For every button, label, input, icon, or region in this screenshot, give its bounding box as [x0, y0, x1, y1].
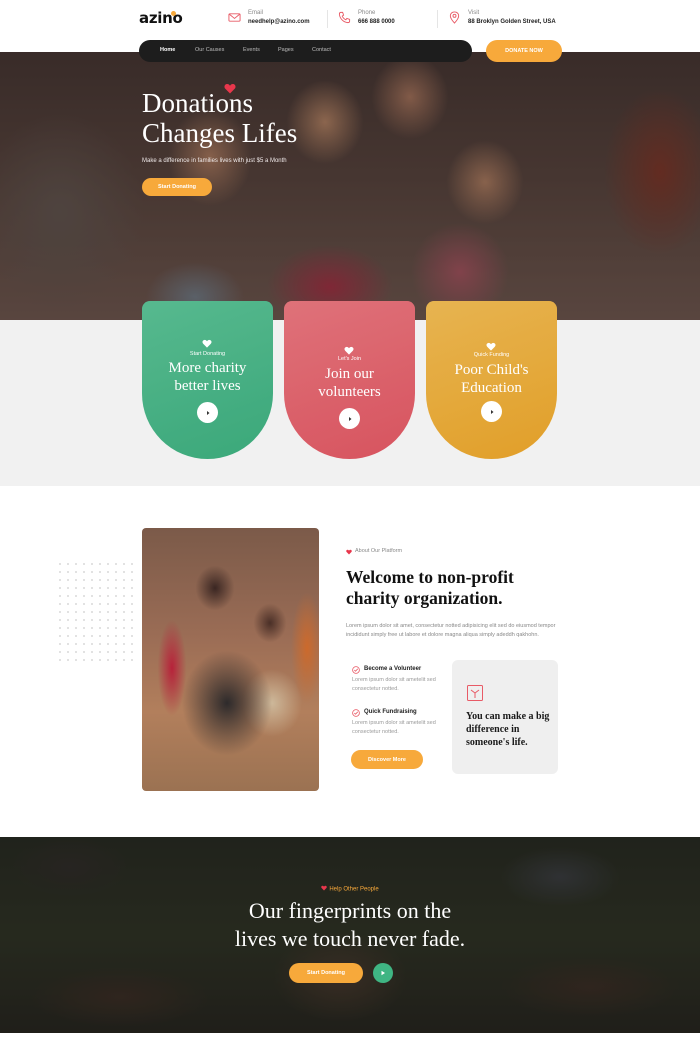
top-bar: azino Email needhelp@azino.com Phone 666…	[0, 0, 700, 38]
card-kicker: Start Donating	[189, 351, 226, 357]
card-title-line: Poor Child's	[454, 362, 529, 378]
check-circle-icon	[352, 666, 360, 674]
about-description: Lorem ipsum dolor sit amet, consectetur …	[346, 623, 556, 638]
contact-address[interactable]: Visit 88 Broklyn Golden Street, USA	[448, 10, 578, 30]
card-kicker: Let's Join	[337, 356, 362, 362]
play-icon	[381, 970, 385, 976]
card-title-line: More charity	[168, 360, 247, 376]
nav-item-pages[interactable]: Pages	[278, 47, 294, 53]
contact-value: needhelp@azino.com	[248, 19, 310, 25]
nav-item-events[interactable]: Events	[243, 47, 260, 53]
chevron-right-icon	[490, 409, 493, 414]
card-title-line: better lives	[174, 378, 241, 394]
hero-title-line: Changes Lifes	[142, 118, 298, 148]
feature-description: Lorem ipsum dolor sit ametelit sed conse…	[352, 720, 436, 735]
hero-start-donating-button[interactable]: Start Donating	[142, 178, 212, 196]
cta-title-line: lives we touch never fade.	[234, 926, 466, 951]
mail-icon	[228, 13, 241, 22]
heart-icon	[486, 342, 496, 351]
discover-more-button[interactable]: Discover More	[351, 750, 423, 769]
cta-start-donating-button[interactable]: Start Donating	[289, 963, 363, 983]
cta-title-line: Our fingerprints on the	[248, 898, 452, 923]
contact-label: Email	[248, 10, 264, 16]
feature-title: Become a Volunteer	[364, 666, 422, 672]
nav-item-contact[interactable]: Contact	[312, 47, 331, 53]
heart-icon	[346, 549, 352, 555]
contact-label: Phone	[358, 10, 376, 16]
divider	[327, 10, 328, 28]
about-title: Welcome to non-profit charity organizati…	[346, 567, 576, 609]
card-title-line: Join our	[325, 366, 374, 382]
logo-dot	[171, 11, 176, 16]
feature-card-education[interactable]: Quick Funding Poor Child's Education	[426, 301, 557, 459]
feature-card-volunteers[interactable]: Let's Join Join our volunteers	[284, 301, 415, 459]
chevron-right-icon	[348, 416, 351, 421]
about-title-line: charity organization.	[346, 588, 503, 608]
about-photo	[142, 528, 319, 791]
main-nav: Home Our Causes Events Pages Contact	[139, 40, 472, 62]
contact-phone[interactable]: Phone 666 888 0000	[338, 10, 428, 30]
card-title-line: volunteers	[318, 384, 381, 400]
feature-title: Quick Fundraising	[364, 709, 417, 715]
about-tagline: About Our Platform	[355, 548, 403, 554]
card-kicker: Quick Funding	[473, 352, 510, 358]
donate-now-button[interactable]: DONATE NOW	[486, 40, 562, 62]
card-arrow-button[interactable]	[481, 401, 502, 422]
hero-title-line: Donations	[142, 88, 253, 118]
nav-item-our-causes[interactable]: Our Causes	[195, 47, 224, 53]
dot-pattern	[56, 560, 136, 664]
phone-icon	[338, 11, 351, 24]
info-box-text: You can make a big difference in someone…	[466, 711, 550, 748]
card-arrow-button[interactable]	[197, 402, 218, 423]
heart-icon	[344, 346, 354, 355]
card-title: More charity better lives	[142, 359, 273, 395]
contact-label: Visit	[468, 10, 480, 16]
card-title-line: Education	[461, 380, 522, 396]
card-arrow-button[interactable]	[339, 408, 360, 429]
logo[interactable]: azino	[139, 9, 183, 27]
page: azino Email needhelp@azino.com Phone 666…	[0, 0, 700, 1048]
cta-tagline-text: Help Other People	[329, 886, 379, 893]
hero-title: Donations Changes Lifes	[142, 88, 382, 148]
footer-strip	[0, 1033, 700, 1048]
heart-icon	[202, 339, 212, 348]
card-title: Join our volunteers	[284, 365, 415, 401]
cta-tagline: Help Other People	[0, 885, 700, 893]
info-box: You can make a big difference in someone…	[452, 660, 558, 774]
donation-box-icon	[467, 685, 483, 701]
nav-item-home[interactable]: Home	[160, 47, 175, 53]
feature-description: Lorem ipsum dolor sit ametelit sed conse…	[352, 677, 436, 692]
about-title-line: Welcome to non-profit	[346, 567, 514, 587]
check-circle-icon	[352, 709, 360, 717]
card-title: Poor Child's Education	[426, 361, 557, 397]
video-play-button[interactable]	[373, 963, 393, 983]
divider	[437, 10, 438, 28]
hero-subtitle: Make a difference in families lives with…	[142, 158, 287, 164]
contact-email[interactable]: Email needhelp@azino.com	[228, 10, 328, 30]
contact-value: 666 888 0000	[358, 19, 395, 25]
cta-title: Our fingerprints on the lives we touch n…	[0, 897, 700, 953]
location-pin-icon	[449, 11, 460, 24]
feature-card-charity[interactable]: Start Donating More charity better lives	[142, 301, 273, 459]
heart-icon	[321, 885, 328, 891]
chevron-right-icon	[206, 410, 209, 415]
contact-value: 88 Broklyn Golden Street, USA	[468, 19, 556, 25]
